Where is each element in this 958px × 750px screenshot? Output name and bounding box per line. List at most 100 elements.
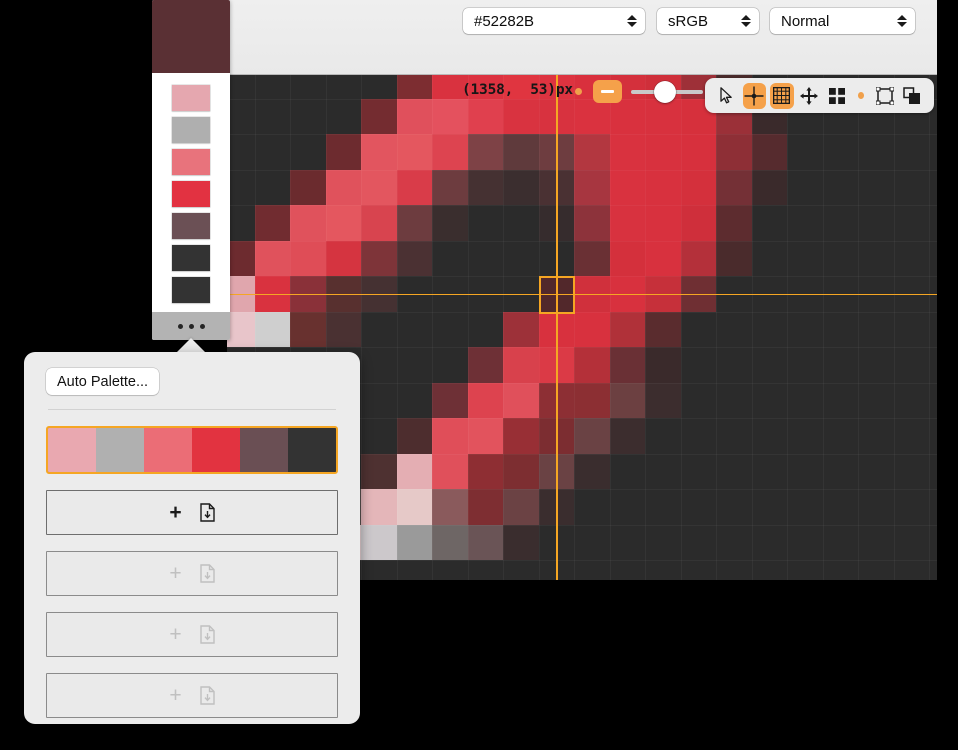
pixel-cell[interactable] (822, 311, 859, 348)
pixel-cell[interactable] (645, 205, 682, 242)
palette-swatch[interactable] (172, 277, 210, 303)
pixel-cell[interactable] (893, 418, 930, 455)
plus-icon[interactable]: + (169, 502, 181, 523)
pixel-cell[interactable] (609, 98, 646, 135)
pixel-cell[interactable] (787, 560, 824, 580)
pixel-cell[interactable] (645, 311, 682, 348)
palette-slot[interactable]: + (46, 612, 338, 657)
pixel-cell[interactable] (680, 418, 717, 455)
pixel-cell[interactable] (609, 560, 646, 580)
pixel-cell[interactable] (574, 347, 611, 384)
pixel-cell[interactable] (432, 240, 469, 277)
pixel-cell[interactable] (716, 347, 753, 384)
pixel-cell[interactable] (503, 524, 540, 561)
pixel-cell[interactable] (432, 489, 469, 526)
pixel-cell[interactable] (609, 382, 646, 419)
pixel-cell[interactable] (716, 418, 753, 455)
pixel-cell[interactable] (361, 524, 398, 561)
pixel-cell[interactable] (893, 134, 930, 171)
palette-slot[interactable]: + (46, 551, 338, 596)
pixel-cell[interactable] (716, 382, 753, 419)
pixel-cell[interactable] (290, 240, 327, 277)
palette-slot[interactable]: + (46, 673, 338, 718)
pixel-cell[interactable] (822, 240, 859, 277)
popover-palette-swatch[interactable] (240, 428, 288, 472)
pixel-cell[interactable] (751, 489, 788, 526)
pixel-cell[interactable] (254, 205, 291, 242)
pixel-cell[interactable] (432, 382, 469, 419)
pixel-cell[interactable] (396, 98, 433, 135)
pixel-cell[interactable] (574, 134, 611, 171)
palette-swatch[interactable] (172, 149, 210, 175)
pixel-cell[interactable] (361, 98, 398, 135)
pixel-cell[interactable] (396, 169, 433, 206)
hex-color-field[interactable]: #52282B (463, 8, 645, 34)
pixel-cell[interactable] (574, 418, 611, 455)
pixel-cell[interactable] (716, 489, 753, 526)
pixel-cell[interactable] (893, 489, 930, 526)
pixel-cell[interactable] (645, 98, 682, 135)
pixel-cell[interactable] (467, 418, 504, 455)
pixel-cell[interactable] (396, 240, 433, 277)
pixel-cell[interactable] (893, 347, 930, 384)
pixel-cell[interactable] (574, 489, 611, 526)
pixel-cell[interactable] (751, 240, 788, 277)
pixel-cell[interactable] (716, 240, 753, 277)
pixel-cell[interactable] (574, 205, 611, 242)
pixel-cell[interactable] (574, 98, 611, 135)
move-icon[interactable] (798, 83, 822, 109)
pixel-cell[interactable] (609, 169, 646, 206)
pixel-cell[interactable] (787, 311, 824, 348)
pixel-cell[interactable] (574, 524, 611, 561)
pixel-cell[interactable] (716, 311, 753, 348)
pixel-cell[interactable] (254, 311, 291, 348)
pixel-cell[interactable] (467, 240, 504, 277)
pixel-cell[interactable] (822, 418, 859, 455)
pixel-cell[interactable] (396, 347, 433, 384)
chevron-updown-icon[interactable] (896, 12, 907, 30)
pixel-cell[interactable] (858, 560, 895, 580)
pixel-cell[interactable] (609, 205, 646, 242)
palette-swatch[interactable] (172, 117, 210, 143)
pixel-cell[interactable] (787, 134, 824, 171)
pixel-cell[interactable] (503, 489, 540, 526)
pixel-cell[interactable] (467, 347, 504, 384)
palette-swatch[interactable] (172, 213, 210, 239)
active-palette-row[interactable] (46, 426, 338, 474)
pixel-cell[interactable] (751, 560, 788, 580)
pixel-cell[interactable] (574, 453, 611, 490)
four-panes-icon[interactable] (825, 83, 849, 109)
pixel-cell[interactable] (751, 205, 788, 242)
pixel-cell[interactable] (325, 98, 362, 135)
pixel-cell[interactable] (325, 205, 362, 242)
pixel-cell[interactable] (503, 418, 540, 455)
pixel-cell[interactable] (227, 311, 256, 348)
pixel-cell[interactable] (787, 382, 824, 419)
pixel-cell[interactable] (609, 347, 646, 384)
pixel-cell[interactable] (503, 453, 540, 490)
pixel-cell[interactable] (787, 524, 824, 561)
pixel-cell[interactable] (680, 134, 717, 171)
pixel-cell[interactable] (680, 382, 717, 419)
arrow-cursor-icon[interactable] (715, 83, 739, 109)
pixel-cell[interactable] (609, 489, 646, 526)
pixel-cell[interactable] (858, 205, 895, 242)
pixel-cell[interactable] (751, 418, 788, 455)
pixel-cell[interactable] (227, 205, 256, 242)
pixel-cell[interactable] (361, 347, 398, 384)
pixel-cell[interactable] (858, 134, 895, 171)
pixel-cell[interactable] (290, 75, 327, 100)
pixel-cell[interactable] (751, 382, 788, 419)
document-download-icon[interactable] (199, 564, 215, 583)
pixel-cell[interactable] (858, 169, 895, 206)
pixel-cell[interactable] (858, 489, 895, 526)
pixel-cell[interactable] (254, 169, 291, 206)
pixel-cell[interactable] (396, 489, 433, 526)
pixel-cell[interactable] (716, 205, 753, 242)
crop-frame-icon[interactable] (873, 83, 897, 109)
pixel-cell[interactable] (361, 205, 398, 242)
pixel-cell[interactable] (361, 382, 398, 419)
pixel-cell[interactable] (822, 560, 859, 580)
pixel-cell[interactable] (503, 98, 540, 135)
pixel-cell[interactable] (290, 98, 327, 135)
